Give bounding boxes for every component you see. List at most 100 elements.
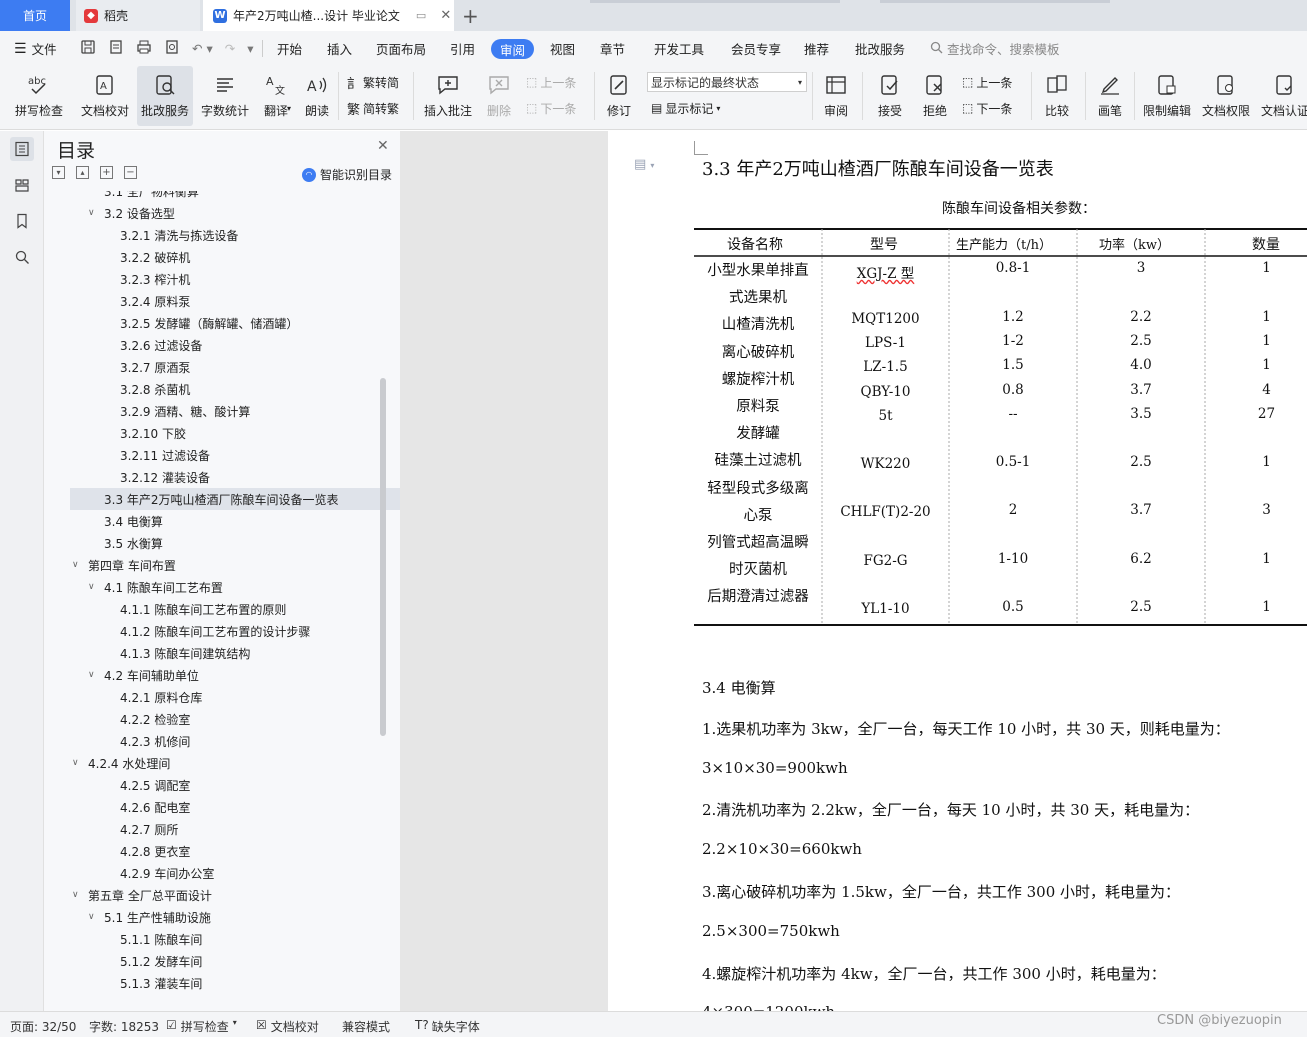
collapse-all-icon[interactable]: ▴ — [76, 166, 89, 179]
delete-comment-button[interactable]: 删除 — [479, 66, 519, 126]
toc-item[interactable]: 3.2.7 原酒泵 — [70, 356, 422, 378]
document-page[interactable]: ▤ ▾ 3.3 年产2万吨山楂酒厂陈酿车间设备一览表 陈酿车间设备相关参数： 设… — [608, 131, 1307, 1011]
toc-item[interactable]: 3.2.5 发酵罐（酶解罐、储酒罐） — [70, 312, 422, 334]
chevron-down-icon[interactable]: ∨ — [72, 560, 82, 570]
new-tab-button[interactable]: + — [462, 4, 479, 28]
toc-item[interactable]: ∨ 第五章 全厂总平面设计 — [70, 884, 422, 906]
toc-item[interactable]: 3.3 年产2万吨山楂酒厂陈酿车间设备一览表 — [70, 488, 422, 510]
prev-comment-button[interactable]: ⬚ 上一条 — [526, 72, 576, 92]
undo-icon[interactable]: ↶ ▾ — [192, 41, 213, 56]
chevron-down-icon[interactable]: ∨ — [88, 208, 98, 218]
print-icon[interactable] — [136, 39, 152, 58]
toc-item[interactable]: 5.1.1 陈酿车间 — [70, 928, 422, 950]
insert-comment-button[interactable]: 插入批注 — [420, 66, 476, 126]
chevron-down-icon[interactable]: ∨ — [72, 890, 82, 900]
chapter-nav-icon[interactable] — [10, 173, 34, 197]
doc-check-button[interactable]: A 文档校对 — [77, 66, 133, 126]
markup-state-select[interactable]: 显示标记的最终状态 ▾ — [647, 72, 807, 92]
save-icon[interactable] — [80, 39, 96, 58]
file-menu[interactable]: ☰ 文件 — [14, 31, 57, 66]
add-level-icon[interactable]: + — [100, 166, 113, 179]
more-chevron-icon[interactable]: ▾ — [247, 41, 253, 56]
toc-item[interactable]: 4.1.2 陈酿车间工艺布置的设计步骤 — [70, 620, 422, 642]
export-pdf-icon[interactable] — [108, 39, 124, 58]
toc-item[interactable]: ∨ 第四章 车间布置 — [70, 554, 422, 576]
toc-item[interactable]: 3.2.1 清洗与拣选设备 — [70, 224, 422, 246]
doc-rights-button[interactable]: 文档权限 — [1199, 66, 1253, 126]
word-count[interactable]: 字数: 18253 — [89, 1018, 159, 1035]
find-icon[interactable] — [10, 245, 34, 269]
toc-item[interactable]: ∨ 5.1 生产性辅助设施 — [70, 906, 422, 928]
monitor-icon[interactable]: ▭ — [416, 9, 426, 22]
toc-item[interactable]: 4.2.8 更衣室 — [70, 840, 422, 862]
toc-scrollbar[interactable] — [380, 378, 386, 736]
command-search[interactable]: 查找命令、搜索模板 — [930, 31, 1060, 66]
toc-item[interactable]: ∨ 4.2.4 水处理间 — [70, 752, 422, 774]
toc-panel-icon[interactable] — [10, 137, 34, 161]
read-aloud-button[interactable]: A 朗读 — [300, 66, 334, 126]
tab-document[interactable]: W 年产2万吨山楂...设计 毕业论文 ▭ ✕ — [203, 0, 454, 31]
word-count-button[interactable]: 字数统计 — [198, 66, 252, 126]
toc-item[interactable]: 3.2.6 过滤设备 — [70, 334, 422, 356]
spellcheck-status[interactable]: ☑ 拼写检查 ▾ — [166, 1018, 237, 1035]
doc-auth-button[interactable]: 文档认证 — [1258, 66, 1307, 126]
toc-item[interactable]: ∨ 4.2 车间辅助单位 — [70, 664, 422, 686]
close-toc-icon[interactable]: ✕ — [377, 138, 389, 154]
chevron-down-icon[interactable]: ∨ — [88, 582, 98, 592]
tab-home[interactable]: 首页 — [0, 0, 70, 31]
toc-item[interactable]: 5.1.3 灌装车间 — [70, 972, 422, 994]
menu-review[interactable]: 审阅 — [491, 39, 535, 59]
bookmark-icon[interactable] — [10, 209, 34, 233]
ink-button[interactable]: 画笔 — [1092, 66, 1128, 126]
toc-item[interactable]: 3.2.3 榨汁机 — [70, 268, 422, 290]
menu-view[interactable]: 视图 — [550, 31, 575, 66]
toc-item[interactable]: 3.1 全厂物料衡算 — [70, 191, 422, 202]
toc-item[interactable]: 4.2.6 配电室 — [70, 796, 422, 818]
redo-icon[interactable]: ↷ — [225, 41, 235, 56]
toc-item[interactable]: 4.2.9 车间办公室 — [70, 862, 422, 884]
next-comment-button[interactable]: ⬚ 下一条 — [526, 98, 576, 118]
toc-item[interactable]: 5.1.2 发酵车间 — [70, 950, 422, 972]
toc-item[interactable]: 4.2.3 机修间 — [70, 730, 422, 752]
toc-item[interactable]: 3.2.12 灌装设备 — [70, 466, 422, 488]
toc-item[interactable]: 4.2.7 厕所 — [70, 818, 422, 840]
expand-all-icon[interactable]: ▾ — [52, 166, 65, 179]
compare-button[interactable]: 比较 — [1036, 66, 1078, 126]
paragraph-handle-icon[interactable]: ▤ ▾ — [634, 157, 654, 172]
restrict-edit-button[interactable]: 限制编辑 — [1140, 66, 1194, 126]
reject-button[interactable]: 拒绝 — [915, 66, 955, 126]
track-changes-button[interactable]: 修订 — [600, 66, 638, 126]
toc-item[interactable]: 3.2.2 破碎机 — [70, 246, 422, 268]
toc-item[interactable]: 3.4 电衡算 — [70, 510, 422, 532]
trad-to-simp-button[interactable]: 訁繁转简 — [347, 72, 399, 92]
spellcheck-button[interactable]: abc 拼写检查 — [8, 66, 70, 126]
toc-item[interactable]: ∨ 4.1 陈酿车间工艺布置 — [70, 576, 422, 598]
correction-service-button[interactable]: 批改服务 — [137, 66, 193, 126]
smart-toc-button[interactable]: ◠ 智能识别目录 — [302, 166, 392, 183]
menu-insert[interactable]: 插入 — [327, 31, 352, 66]
menu-correction-service[interactable]: 批改服务 — [855, 31, 905, 66]
toc-item[interactable]: 3.2.10 下胶 — [70, 422, 422, 444]
show-markup-button[interactable]: ▤ 显示标记 ▾ — [651, 98, 720, 118]
close-tab-icon[interactable]: ✕ — [440, 8, 451, 23]
accept-button[interactable]: 接受 — [870, 66, 910, 126]
toc-item[interactable]: ∨ 3.2 设备选型 — [70, 202, 422, 224]
menu-reference[interactable]: 引用 — [450, 31, 475, 66]
toc-item[interactable]: 3.2.9 酒精、糖、酸计算 — [70, 400, 422, 422]
toc-item[interactable]: 4.2.1 原料仓库 — [70, 686, 422, 708]
menu-chapter[interactable]: 章节 — [600, 31, 625, 66]
toc-item[interactable]: 3.2.8 杀菌机 — [70, 378, 422, 400]
review-pane-button[interactable]: 审阅 — [816, 66, 856, 126]
chevron-down-icon[interactable]: ∨ — [72, 758, 82, 768]
menu-start[interactable]: 开始 — [277, 31, 302, 66]
menu-page-layout[interactable]: 页面布局 — [376, 31, 426, 66]
toc-item[interactable]: 4.2.2 检验室 — [70, 708, 422, 730]
menu-developer[interactable]: 开发工具 — [654, 31, 704, 66]
simp-to-trad-button[interactable]: 繁简转繁 — [347, 98, 399, 118]
print-preview-icon[interactable] — [164, 39, 180, 58]
translate-button[interactable]: A文 翻译 ▾ — [257, 66, 295, 126]
prev-change-button[interactable]: ⬚ 上一条 — [962, 72, 1012, 92]
chevron-down-icon[interactable]: ∨ — [88, 670, 98, 680]
toc-item[interactable]: 4.1.1 陈酿车间工艺布置的原则 — [70, 598, 422, 620]
toc-item[interactable]: 4.2.5 调配室 — [70, 774, 422, 796]
